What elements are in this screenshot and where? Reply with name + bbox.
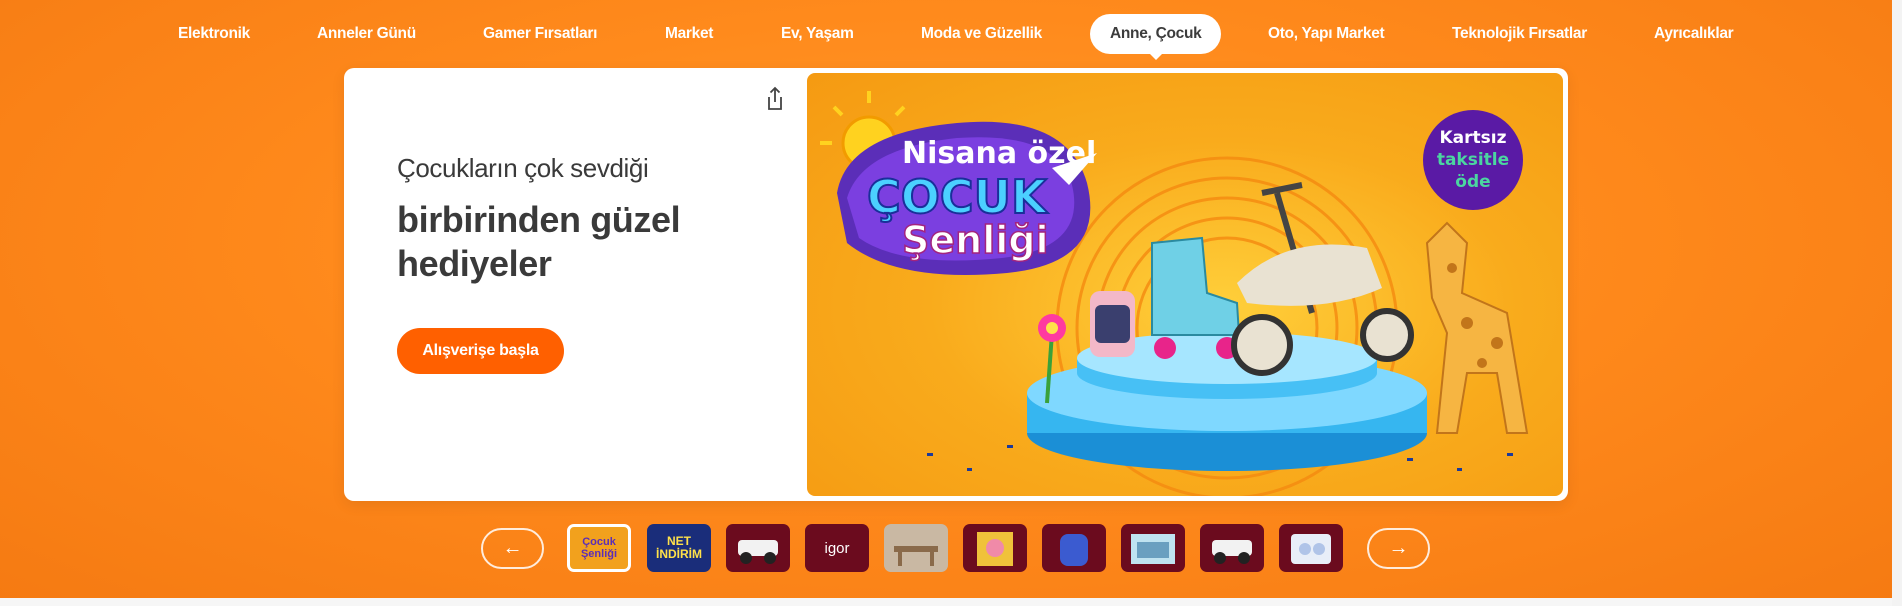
start-shopping-button[interactable]: Alışverişe başla [397, 328, 564, 374]
nav-item-ev-yasam[interactable]: Ev, Yaşam [781, 14, 854, 54]
backpack-thumbnail-icon [1060, 534, 1088, 566]
thumbnail-5[interactable] [884, 524, 948, 572]
installment-badge: Kartsız taksitle öde [1423, 110, 1523, 210]
previous-slide-button[interactable]: ← [481, 528, 544, 569]
thumbnail-2-label: NET İNDİRİM [656, 534, 702, 561]
car-thumbnail-icon [1212, 540, 1252, 564]
banner-line3: Şenliği [902, 218, 1048, 262]
banner-line2: ÇOCUK [867, 170, 1049, 224]
campaign-banner[interactable]: Nisana özel ÇOCUK Şenliği Kartsız taksit… [807, 73, 1563, 496]
nav-item-anneler-gunu[interactable]: Anneler Günü [317, 14, 416, 54]
book-thumbnail-icon [977, 532, 1013, 566]
arrow-right-icon: → [1388, 537, 1409, 559]
thumbnail-1[interactable]: Çocuk Şenliği [567, 524, 631, 572]
arrow-left-icon: ← [502, 537, 523, 559]
category-nav: Elektronik Anneler Günü Gamer Fırsatları… [0, 14, 1902, 60]
share-icon[interactable] [760, 84, 790, 114]
hero-headline-line2: hediyeler [397, 243, 552, 284]
bottle-thumbnail-icon [1291, 534, 1331, 564]
thumbnail-6[interactable] [963, 524, 1027, 572]
badge-line2: taksitle [1437, 150, 1509, 170]
nav-item-ayricaliklar[interactable]: Ayrıcalıklar [1654, 14, 1734, 54]
nav-item-gamer-firsatlari[interactable]: Gamer Fırsatları [483, 14, 597, 54]
hero-headline-line1: birbirinden güzel [397, 199, 681, 240]
toy-box-thumbnail-icon [1131, 534, 1175, 564]
hero-card: Çocukların çok sevdiği birbirinden güzel… [344, 68, 1568, 501]
hero-text: Çocukların çok sevdiği birbirinden güzel… [397, 153, 757, 286]
banner-thumbnails: ← Çocuk Şenliği NET İNDİRİM igor → [0, 524, 1902, 572]
thumbnail-7[interactable] [1042, 524, 1106, 572]
thumbnail-2[interactable]: NET İNDİRİM [647, 524, 711, 572]
thumbnail-9[interactable] [1200, 524, 1264, 572]
thumbnail-8[interactable] [1121, 524, 1185, 572]
thumbnail-3[interactable] [726, 524, 790, 572]
thumbnail-1-label: Çocuk Şenliği [580, 536, 618, 560]
page-bottom-strip [0, 598, 1902, 606]
nav-item-teknolojik-firsatlar[interactable]: Teknolojik Fırsatlar [1452, 14, 1587, 54]
hero-headline: birbirinden güzel hediyeler [397, 198, 757, 286]
thumbnail-10[interactable] [1279, 524, 1343, 572]
nav-item-market[interactable]: Market [665, 14, 713, 54]
nav-item-elektronik[interactable]: Elektronik [178, 14, 250, 54]
nav-item-moda-guzellik[interactable]: Moda ve Güzellik [921, 14, 1042, 54]
badge-line1: Kartsız [1440, 128, 1507, 148]
nav-item-anne-cocuk[interactable]: Anne, Çocuk [1090, 14, 1222, 60]
thumbnail-4-label: igor [824, 539, 850, 557]
badge-line3: öde [1455, 172, 1490, 192]
next-slide-button[interactable]: → [1367, 528, 1430, 569]
hero-subtitle: Çocukların çok sevdiği [397, 153, 649, 183]
car-thumbnail-icon [738, 540, 778, 564]
desk-thumbnail-icon [894, 546, 938, 566]
nav-item-oto-yapi-market[interactable]: Oto, Yapı Market [1268, 14, 1385, 54]
hero-background: Elektronik Anneler Günü Gamer Fırsatları… [0, 0, 1902, 606]
thumbnail-4[interactable]: igor [805, 524, 869, 572]
